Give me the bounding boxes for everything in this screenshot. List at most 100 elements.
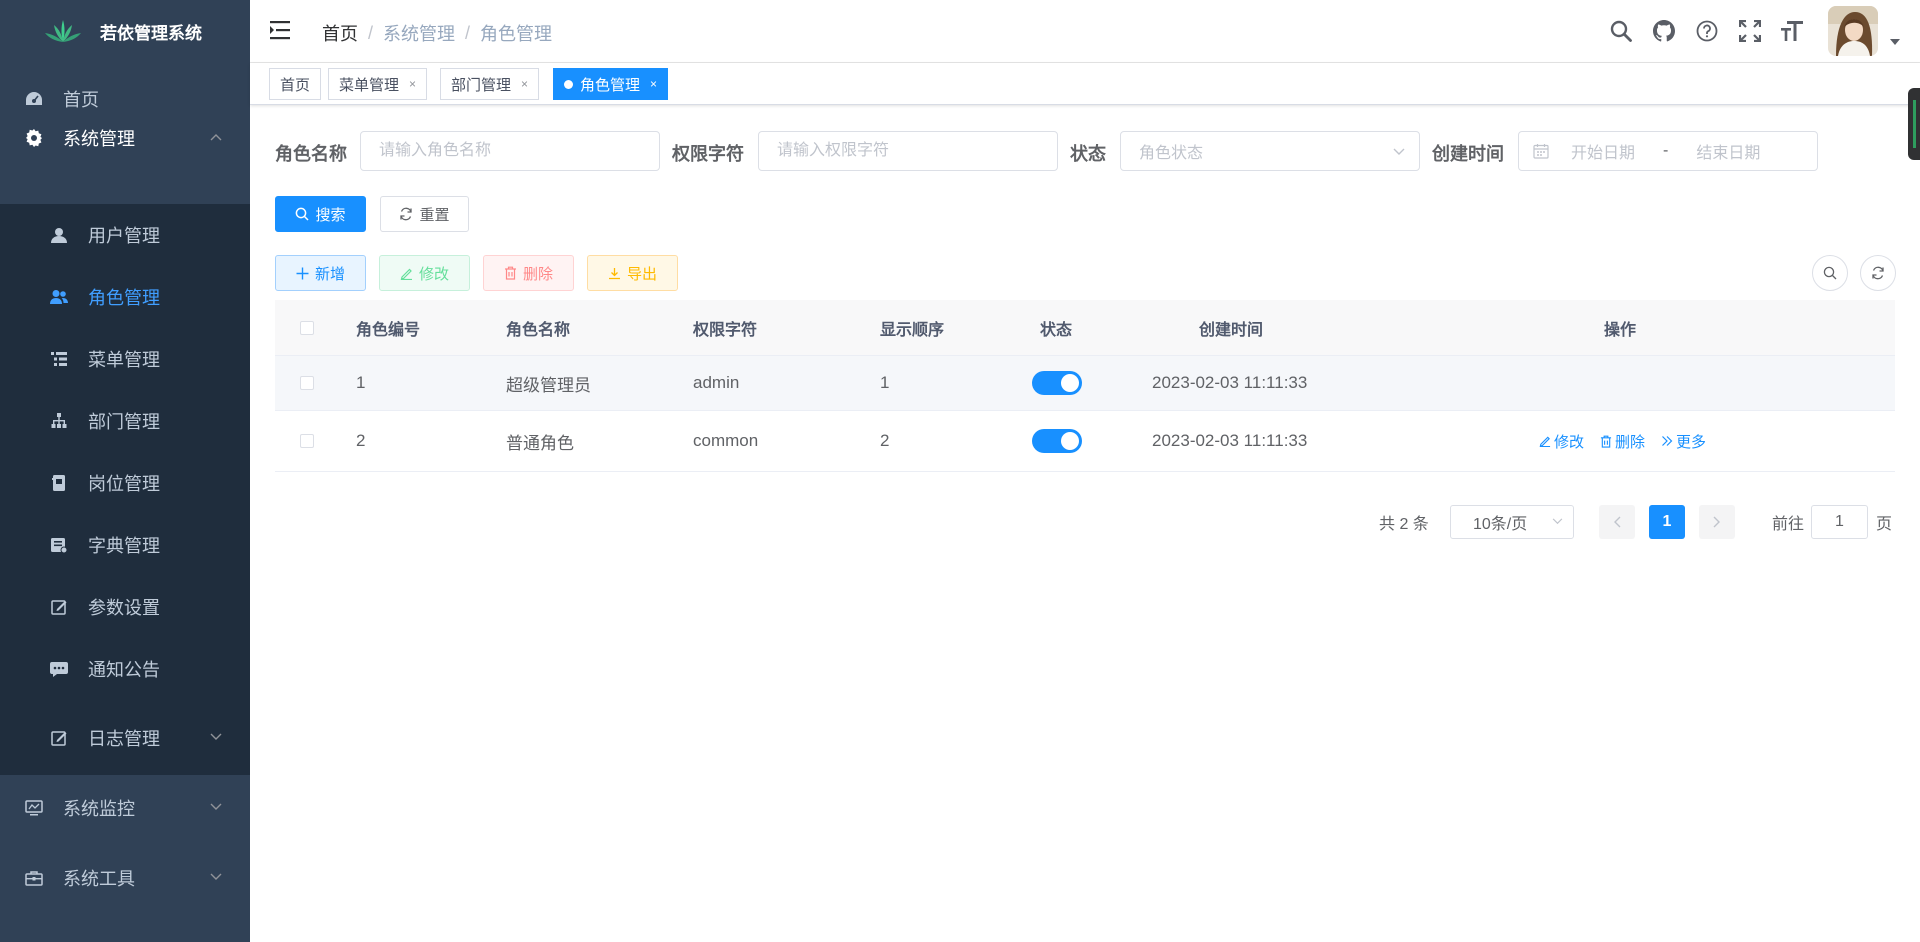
goto-label: 前往 bbox=[1772, 516, 1805, 533]
search-icon bbox=[1823, 266, 1837, 280]
select-all-checkbox[interactable] bbox=[300, 300, 314, 355]
goto-page-input[interactable] bbox=[1811, 505, 1868, 539]
role-sort: 1 bbox=[880, 373, 890, 392]
scrollbar-thumb[interactable] bbox=[1908, 88, 1920, 160]
tag-menus[interactable]: 菜单管理 × bbox=[328, 68, 428, 100]
app-title: 若依管理系统 bbox=[100, 23, 202, 43]
logo-icon bbox=[44, 18, 82, 44]
add-button-label: 新增 bbox=[314, 265, 345, 283]
end-date-placeholder[interactable]: 结束日期 bbox=[1696, 139, 1760, 163]
export-button[interactable]: 导出 bbox=[587, 255, 678, 291]
sidebar-item-depts[interactable]: 部门管理 bbox=[0, 390, 250, 452]
search-button-label: 搜索 bbox=[315, 206, 346, 224]
sidebar-item-label: 菜单管理 bbox=[88, 350, 160, 370]
question-icon[interactable] bbox=[1695, 19, 1719, 43]
sidebar-item-config[interactable]: 参数设置 bbox=[0, 576, 250, 638]
date-label: 创建时间 bbox=[1432, 144, 1504, 164]
sidebar-item-label: 日志管理 bbox=[88, 729, 160, 749]
range-separator: - bbox=[1663, 142, 1669, 159]
trash-icon bbox=[504, 266, 516, 280]
sidebar-item-roles[interactable]: 角色管理 bbox=[0, 266, 250, 328]
next-page-button[interactable] bbox=[1699, 505, 1735, 539]
navbar: 首页 / 系统管理 / 角色管理 bbox=[250, 0, 1920, 63]
status-switch[interactable] bbox=[1032, 356, 1082, 410]
toggle-search-button[interactable] bbox=[1812, 255, 1848, 291]
calendar-icon bbox=[1533, 143, 1549, 159]
sidebar-item-label: 参数设置 bbox=[88, 598, 160, 618]
sidebar-item-label: 通知公告 bbox=[88, 660, 160, 680]
page-size-select[interactable]: 10条/页 bbox=[1450, 505, 1574, 539]
github-icon[interactable] bbox=[1652, 19, 1676, 43]
sidebar-item-label: 系统管理 bbox=[63, 129, 135, 149]
table-row[interactable]: 1 超级管理员 admin 1 2023-02-03 11:11:33 bbox=[275, 356, 1895, 411]
export-button-label: 导出 bbox=[626, 265, 657, 283]
row-more-label: 更多 bbox=[1676, 433, 1707, 451]
status-select-placeholder: 角色状态 bbox=[1139, 145, 1204, 162]
tag-roles[interactable]: 角色管理 × bbox=[553, 68, 669, 100]
fullscreen-icon[interactable] bbox=[1738, 19, 1762, 43]
close-icon[interactable]: × bbox=[650, 77, 657, 91]
role-table: 角色编号 角色名称 权限字符 显示顺序 状态 创建时间 操作 1 超级管理员 a… bbox=[275, 300, 1895, 472]
avatar[interactable] bbox=[1828, 6, 1878, 56]
page-number[interactable]: 1 bbox=[1649, 505, 1685, 539]
role-name-input[interactable] bbox=[360, 131, 660, 171]
search-icon bbox=[296, 207, 310, 221]
row-checkbox[interactable] bbox=[300, 356, 314, 410]
sidebar-item-dict[interactable]: 字典管理 bbox=[0, 514, 250, 576]
breadcrumb-item: 系统管理 bbox=[383, 24, 456, 44]
add-button[interactable]: 新增 bbox=[275, 255, 366, 291]
hamburger-icon[interactable] bbox=[270, 20, 292, 40]
search-button[interactable]: 搜索 bbox=[275, 196, 366, 232]
edit-button[interactable]: 修改 bbox=[379, 255, 470, 291]
navbar-right-menu bbox=[1609, 0, 1920, 62]
logo[interactable]: 若依管理系统 bbox=[0, 0, 250, 62]
sidebar-item-logs[interactable]: 日志管理 bbox=[0, 707, 250, 769]
role-name-label: 角色名称 bbox=[275, 144, 347, 164]
close-icon[interactable]: × bbox=[521, 77, 528, 91]
search-icon[interactable] bbox=[1609, 19, 1633, 43]
sidebar-item-notice[interactable]: 通知公告 bbox=[0, 638, 250, 700]
caret-down-icon[interactable] bbox=[1890, 39, 1900, 45]
status-switch[interactable] bbox=[1032, 411, 1082, 471]
create-time: 2023-02-03 11:11:33 bbox=[1152, 431, 1308, 450]
role-key-label: 权限字符 bbox=[672, 144, 744, 164]
sidebar-item-system[interactable]: 系统管理 bbox=[0, 107, 250, 169]
active-dot bbox=[564, 79, 573, 89]
row-edit-button[interactable]: 修改 bbox=[1539, 431, 1584, 452]
prev-page-button[interactable] bbox=[1599, 505, 1635, 539]
date-range-picker[interactable]: 开始日期 - 结束日期 bbox=[1518, 131, 1818, 171]
sidebar-item-monitor[interactable]: 系统监控 bbox=[0, 777, 250, 839]
chevron-down-icon bbox=[1552, 518, 1563, 525]
pagination-total: 共 2 条 bbox=[1379, 516, 1429, 533]
close-icon[interactable]: × bbox=[409, 77, 416, 91]
row-delete-label: 删除 bbox=[1615, 433, 1646, 451]
double-arrow-right-icon bbox=[1662, 436, 1673, 446]
row-checkbox[interactable] bbox=[300, 411, 314, 471]
row-more-button[interactable]: 更多 bbox=[1661, 431, 1706, 452]
refresh-icon bbox=[400, 207, 413, 221]
tag-label: 角色管理 bbox=[580, 76, 641, 94]
tool-icon bbox=[25, 869, 43, 887]
role-key-input[interactable] bbox=[758, 131, 1058, 171]
sidebar: 若依管理系统 首页 系统管理 用户管理 角色管理 菜单管理 部门管理 岗位管理 … bbox=[0, 0, 250, 942]
sidebar-item-menus[interactable]: 菜单管理 bbox=[0, 328, 250, 390]
start-date-placeholder[interactable]: 开始日期 bbox=[1571, 139, 1635, 163]
sidebar-item-users[interactable]: 用户管理 bbox=[0, 204, 250, 266]
tag-depts[interactable]: 部门管理 × bbox=[440, 68, 540, 100]
delete-button[interactable]: 删除 bbox=[483, 255, 574, 291]
reset-button[interactable]: 重置 bbox=[380, 196, 469, 232]
column-header: 角色名称 bbox=[506, 321, 571, 339]
sidebar-item-posts[interactable]: 岗位管理 bbox=[0, 452, 250, 514]
role-sort: 2 bbox=[880, 431, 890, 450]
refresh-button[interactable] bbox=[1860, 255, 1896, 291]
font-size-icon[interactable] bbox=[1781, 19, 1805, 43]
column-header: 显示顺序 bbox=[880, 321, 945, 339]
tag-home[interactable]: 首页 bbox=[269, 68, 322, 100]
row-delete-button[interactable]: 删除 bbox=[1600, 431, 1645, 452]
role-id: 2 bbox=[356, 431, 366, 450]
table-row[interactable]: 2 普通角色 common 2 2023-02-03 11:11:33 修改 删… bbox=[275, 411, 1895, 472]
status-select[interactable]: 角色状态 bbox=[1120, 131, 1420, 171]
breadcrumb-item[interactable]: 首页 bbox=[322, 20, 358, 46]
edit-icon bbox=[400, 268, 412, 280]
sidebar-item-tools[interactable]: 系统工具 bbox=[0, 847, 250, 909]
